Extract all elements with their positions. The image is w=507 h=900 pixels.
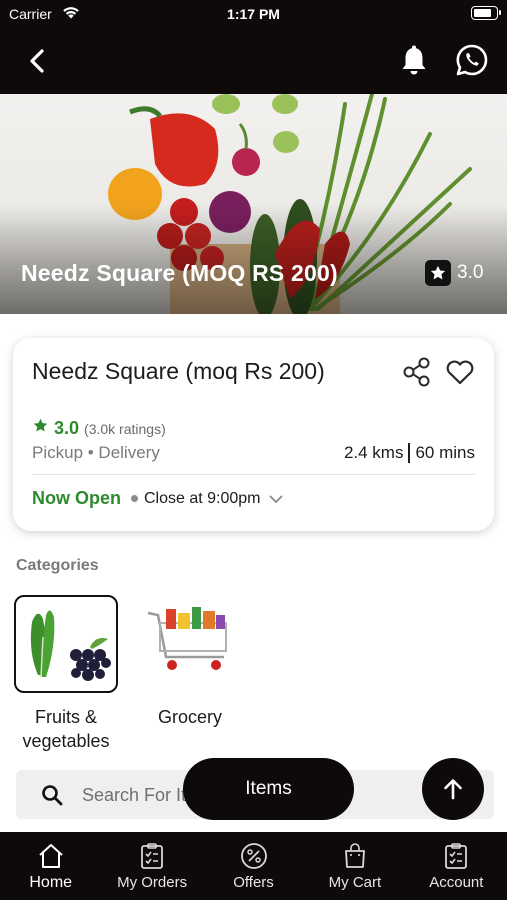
shopping-bag-icon xyxy=(345,843,365,868)
open-status: Now Open xyxy=(32,488,121,508)
percent-badge-icon xyxy=(240,843,267,869)
tab-account[interactable]: Account xyxy=(406,832,507,900)
status-bar: Carrier 1:17 PM xyxy=(0,0,507,28)
tab-label: Home xyxy=(29,874,73,891)
tab-label: My Orders xyxy=(117,874,188,891)
chevron-left-icon[interactable] xyxy=(20,44,54,78)
battery-icon xyxy=(471,6,501,20)
star-icon xyxy=(425,260,451,286)
tab-home[interactable]: Home xyxy=(0,832,101,900)
store-name: Needz Square (moq Rs 200) xyxy=(32,358,325,384)
rating-count: (3.0k ratings) xyxy=(84,421,166,437)
heart-icon[interactable] xyxy=(444,356,476,388)
categories-heading: Categories xyxy=(16,557,99,574)
category-grocery[interactable]: Grocery xyxy=(136,595,244,729)
tab-my-orders[interactable]: My Orders xyxy=(101,832,202,900)
nav-bar xyxy=(0,28,507,94)
tab-offers[interactable]: Offers xyxy=(203,832,304,900)
orders-clipboard-icon xyxy=(141,843,164,869)
items-button[interactable]: Items xyxy=(183,758,354,820)
category-label: Grocery xyxy=(157,707,222,727)
search-input[interactable] xyxy=(82,782,192,808)
category-thumbnail xyxy=(138,595,242,693)
grocery-cart-image xyxy=(147,607,227,670)
store-banner: Needz Square (MOQ RS 200) 3.0 xyxy=(0,94,507,314)
chevron-down-icon[interactable] xyxy=(267,490,285,508)
whatsapp-icon[interactable] xyxy=(454,42,490,78)
bell-icon[interactable] xyxy=(398,44,430,78)
card-divider xyxy=(32,474,475,475)
closing-time: Close at 9:00pm xyxy=(144,489,261,507)
scroll-to-top-button[interactable] xyxy=(422,758,484,820)
star-icon xyxy=(33,418,48,432)
distance-and-time: 2.4 kms 60 mins xyxy=(344,443,475,463)
fulfillment-modes: Pickup • Delivery xyxy=(32,443,160,462)
divider xyxy=(408,443,411,463)
home-icon xyxy=(39,844,63,868)
tab-label: Account xyxy=(429,874,484,891)
share-icon[interactable] xyxy=(401,356,433,388)
account-clipboard-icon xyxy=(445,843,468,869)
search-icon xyxy=(42,785,63,806)
rating-value: 3.0 xyxy=(54,418,80,438)
bottom-tab-bar: Home My Orders Offers My Cart Account xyxy=(0,832,507,900)
status-dot xyxy=(131,495,138,502)
category-label: Fruits & vegetables xyxy=(22,707,110,751)
arrow-up-icon xyxy=(444,779,462,800)
battery-level xyxy=(474,9,491,17)
store-banner-rating: 3.0 xyxy=(425,260,483,286)
store-banner-title: Needz Square (MOQ RS 200) xyxy=(21,260,338,286)
banner-rating-value: 3.0 xyxy=(457,262,484,283)
opening-status: Now Open Close at 9:00pm xyxy=(32,488,285,509)
store-rating: 3.0 (3.0k ratings) xyxy=(32,417,166,439)
category-thumbnail xyxy=(14,595,118,693)
tab-my-cart[interactable]: My Cart xyxy=(304,832,405,900)
delivery-time: 60 mins xyxy=(415,443,475,462)
distance: 2.4 kms xyxy=(343,443,404,462)
store-info-card: Needz Square (moq Rs 200) 3.0 (3.0k rati… xyxy=(13,338,494,531)
fruits-vegetables-image xyxy=(30,610,111,681)
tab-label: My Cart xyxy=(328,874,382,891)
category-fruits-vegetables[interactable]: Fruits & vegetables xyxy=(12,595,120,753)
tab-label: Offers xyxy=(233,874,274,891)
clock: 1:17 PM xyxy=(227,6,280,22)
